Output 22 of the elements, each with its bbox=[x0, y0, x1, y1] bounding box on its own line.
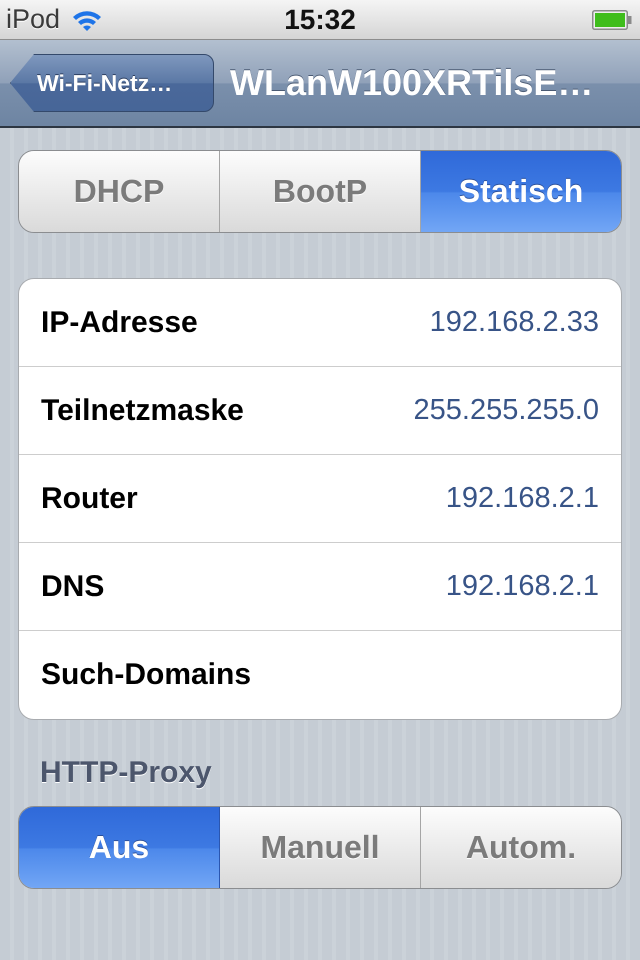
field-value[interactable]: 192.168.2.1 bbox=[446, 482, 599, 515]
carrier-name: iPod bbox=[6, 4, 60, 35]
field-value[interactable]: 255.255.255.0 bbox=[414, 394, 599, 427]
field-label: IP-Adresse bbox=[41, 306, 198, 340]
field-value[interactable]: 192.168.2.33 bbox=[430, 306, 599, 339]
page-title: WLanW100XRTilsE… bbox=[230, 62, 594, 104]
mode-tab[interactable]: Statisch bbox=[421, 151, 621, 232]
field-label: DNS bbox=[41, 570, 104, 604]
field-value[interactable]: 192.168.2.1 bbox=[446, 570, 599, 603]
wifi-icon bbox=[72, 8, 102, 30]
status-time: 15:32 bbox=[284, 4, 356, 36]
mode-tab[interactable]: BootP bbox=[220, 151, 421, 232]
proxy-tab[interactable]: Autom. bbox=[421, 807, 621, 888]
back-button[interactable]: Wi-Fi-Netz… bbox=[10, 54, 214, 112]
battery-icon bbox=[592, 10, 632, 30]
proxy-tab[interactable]: Aus bbox=[19, 807, 220, 888]
section-header: HTTP-Proxy bbox=[40, 756, 212, 790]
field-label: Such-Domains bbox=[41, 658, 252, 692]
mode-tab[interactable]: DHCP bbox=[19, 151, 220, 232]
proxy-tab[interactable]: Manuell bbox=[220, 807, 421, 888]
field-label: Router bbox=[41, 482, 138, 516]
field-label: Teilnetzmaske bbox=[41, 394, 244, 428]
